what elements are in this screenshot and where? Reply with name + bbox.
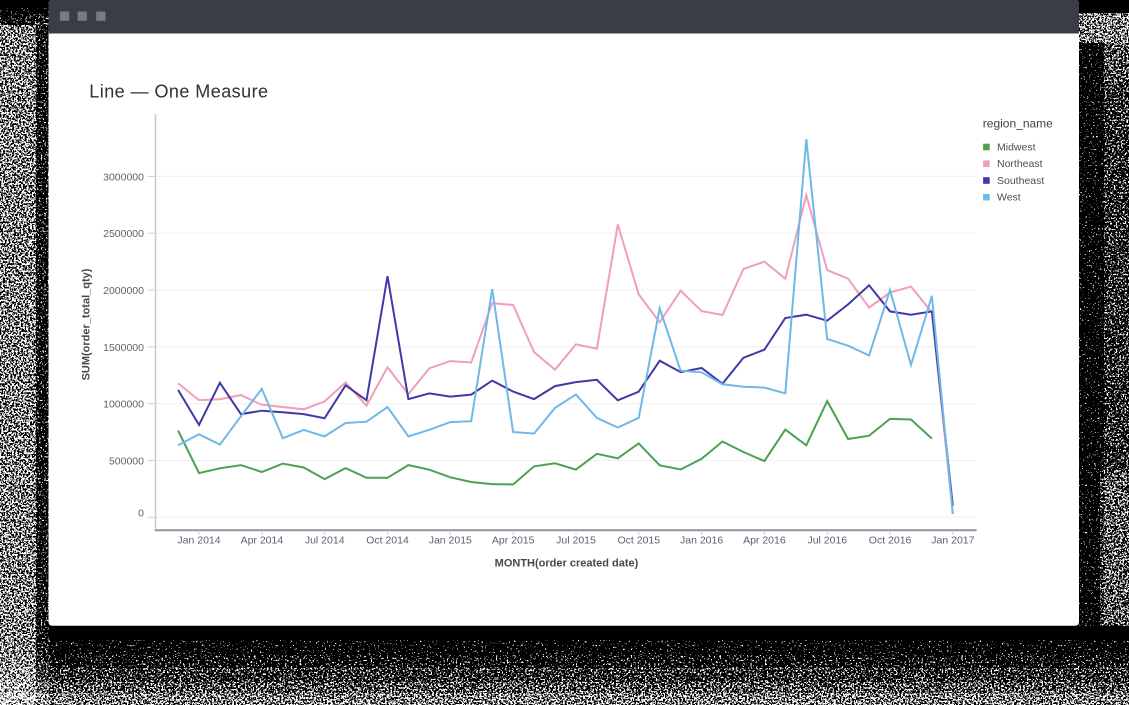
svg-text:1500000: 1500000 bbox=[103, 342, 144, 354]
svg-text:Jul 2014: Jul 2014 bbox=[305, 535, 345, 547]
svg-text:Apr 2015: Apr 2015 bbox=[492, 535, 535, 547]
svg-text:region_name: region_name bbox=[983, 117, 1053, 131]
svg-text:3000000: 3000000 bbox=[103, 171, 144, 183]
svg-text:Apr 2016: Apr 2016 bbox=[743, 535, 786, 547]
svg-text:2000000: 2000000 bbox=[103, 285, 144, 297]
svg-text:Jan 2015: Jan 2015 bbox=[429, 535, 472, 547]
svg-text:Jan 2016: Jan 2016 bbox=[680, 535, 723, 547]
svg-text:SUM(order_total_qty): SUM(order_total_qty) bbox=[81, 268, 93, 380]
svg-text:Oct 2015: Oct 2015 bbox=[617, 535, 660, 547]
svg-text:2500000: 2500000 bbox=[103, 228, 144, 240]
svg-text:Southeast: Southeast bbox=[997, 175, 1044, 187]
svg-text:Jan 2014: Jan 2014 bbox=[177, 535, 220, 547]
svg-text:Jul 2016: Jul 2016 bbox=[807, 535, 847, 547]
svg-text:MONTH(order created date): MONTH(order created date) bbox=[495, 558, 639, 570]
svg-text:1000000: 1000000 bbox=[103, 399, 144, 411]
svg-text:West: West bbox=[997, 192, 1021, 204]
svg-text:Jul 2015: Jul 2015 bbox=[556, 535, 596, 547]
svg-text:Oct 2016: Oct 2016 bbox=[869, 535, 912, 547]
svg-text:Oct 2014: Oct 2014 bbox=[366, 535, 409, 547]
svg-text:500000: 500000 bbox=[109, 455, 144, 467]
svg-text:Midwest: Midwest bbox=[997, 141, 1036, 153]
svg-text:Northeast: Northeast bbox=[997, 158, 1043, 170]
svg-text:Line — One Measure: Line — One Measure bbox=[89, 82, 268, 102]
svg-text:Apr 2014: Apr 2014 bbox=[241, 535, 284, 547]
svg-text:0: 0 bbox=[138, 507, 144, 519]
svg-text:Jan 2017: Jan 2017 bbox=[931, 535, 974, 547]
